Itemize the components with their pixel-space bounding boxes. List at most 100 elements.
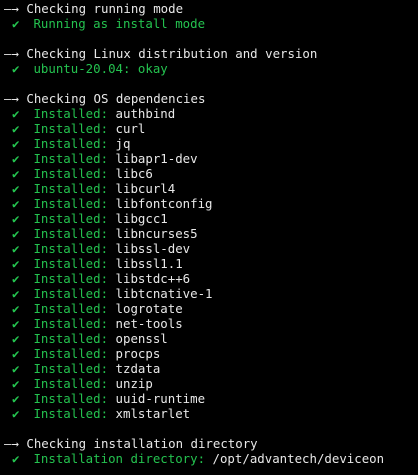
status-label: Installed:: [33, 391, 116, 406]
status-line: ✔ Installed: authbind: [0, 106, 175, 121]
status-line: ✔ Installed: libc6: [0, 166, 153, 181]
status-value: libc6: [115, 166, 153, 181]
checkmark-icon: ✔: [12, 256, 20, 271]
checkmark-icon: ✔: [12, 361, 20, 376]
status-label: ubuntu-20.04: okay: [33, 61, 168, 76]
arrow-right-icon: —→: [4, 46, 19, 61]
status-label: Installed:: [33, 346, 116, 361]
status-label: Installed:: [33, 406, 116, 421]
status-label: Installed:: [33, 361, 116, 376]
checkmark-icon: ✔: [12, 346, 20, 361]
section-heading-text: Checking running mode: [26, 1, 184, 16]
checkmark-icon: ✔: [12, 151, 20, 166]
status-value: libgcc1: [115, 211, 168, 226]
section-heading: —→ Checking OS dependencies: [4, 91, 205, 106]
checkmark-icon: ✔: [12, 451, 20, 466]
status-line: ✔ Installed: libstdc++6: [0, 271, 190, 286]
checkmark-icon: ✔: [12, 391, 20, 406]
status-value: unzip: [115, 376, 153, 391]
status-label: Installed:: [33, 136, 116, 151]
status-value: procps: [115, 346, 161, 361]
checkmark-icon: ✔: [12, 16, 20, 31]
status-line: ✔ Installed: jq: [0, 136, 130, 151]
checkmark-icon: ✔: [12, 121, 20, 136]
status-label: Installed:: [33, 316, 116, 331]
status-value: libcurl4: [115, 181, 176, 196]
status-value: authbind: [115, 106, 176, 121]
status-line: ✔ Installation directory: /opt/advantech…: [0, 451, 384, 466]
checkmark-icon: ✔: [12, 316, 20, 331]
status-value: tzdata: [115, 361, 161, 376]
arrow-right-icon: —→: [4, 1, 19, 16]
checkmark-icon: ✔: [12, 106, 20, 121]
status-line: ✔ Installed: libfontconfig: [0, 196, 213, 211]
status-value: libncurses5: [115, 226, 198, 241]
status-line: ✔ ubuntu-20.04: okay: [0, 61, 168, 76]
section-heading: —→ Checking Linux distribution and versi…: [4, 46, 317, 61]
section-heading-text: Checking installation directory: [26, 436, 258, 451]
status-label: Installed:: [33, 106, 116, 121]
status-value: libstdc++6: [115, 271, 191, 286]
status-value: libssl1.1: [115, 256, 183, 271]
status-label: Installation directory:: [33, 451, 213, 466]
checkmark-icon: ✔: [12, 166, 20, 181]
status-label: Installed:: [33, 166, 116, 181]
checkmark-icon: ✔: [12, 286, 20, 301]
status-value: uuid-runtime: [115, 391, 206, 406]
status-line: ✔ Installed: curl: [0, 121, 145, 136]
checkmark-icon: ✔: [12, 331, 20, 346]
checkmark-icon: ✔: [12, 406, 20, 421]
status-value: net-tools: [115, 316, 183, 331]
status-value: xmlstarlet: [115, 406, 191, 421]
section-heading: —→ Checking running mode: [4, 1, 183, 16]
status-label: Installed:: [33, 226, 116, 241]
status-line: ✔ Installed: libssl-dev: [0, 241, 190, 256]
checkmark-icon: ✔: [12, 271, 20, 286]
status-line: ✔ Installed: unzip: [0, 376, 153, 391]
status-label: Installed:: [33, 271, 116, 286]
arrow-right-icon: —→: [4, 91, 19, 106]
status-label: Installed:: [33, 196, 116, 211]
status-line: ✔ Installed: libapr1-dev: [0, 151, 198, 166]
status-line: ✔ Installed: xmlstarlet: [0, 406, 190, 421]
status-value: libtcnative-1: [115, 286, 213, 301]
status-line: ✔ Installed: net-tools: [0, 316, 183, 331]
status-line: ✔ Installed: libncurses5: [0, 226, 198, 241]
status-label: Installed:: [33, 241, 116, 256]
status-label: Installed:: [33, 211, 116, 226]
status-value: jq: [115, 136, 131, 151]
status-label: Installed:: [33, 376, 116, 391]
section-heading-text: Checking Linux distribution and version: [26, 46, 318, 61]
terminal-output: —→ Checking running mode ✔ Running as ins…: [0, 0, 418, 475]
status-line: ✔ Installed: libgcc1: [0, 211, 168, 226]
checkmark-icon: ✔: [12, 181, 20, 196]
checkmark-icon: ✔: [12, 226, 20, 241]
status-line: ✔ Installed: logrotate: [0, 301, 183, 316]
checkmark-icon: ✔: [12, 376, 20, 391]
status-value: logrotate: [115, 301, 183, 316]
status-value: libssl-dev: [115, 241, 191, 256]
checkmark-icon: ✔: [12, 211, 20, 226]
checkmark-icon: ✔: [12, 196, 20, 211]
status-label: Installed:: [33, 121, 116, 136]
status-value: libfontconfig: [115, 196, 213, 211]
status-label: Installed:: [33, 151, 116, 166]
checkmark-icon: ✔: [12, 136, 20, 151]
status-value: /opt/advantech/deviceon: [212, 451, 385, 466]
status-label: Installed:: [33, 286, 116, 301]
status-line: ✔ Installed: uuid-runtime: [0, 391, 205, 406]
status-value: libapr1-dev: [115, 151, 198, 166]
arrow-right-icon: —→: [4, 436, 19, 451]
status-line: ✔ Installed: libcurl4: [0, 181, 175, 196]
status-label: Installed:: [33, 181, 116, 196]
status-label: Installed:: [33, 256, 116, 271]
status-line: ✔ Running as install mode: [0, 16, 205, 31]
status-line: ✔ Installed: procps: [0, 346, 160, 361]
checkmark-icon: ✔: [12, 61, 20, 76]
status-value: openssl: [115, 331, 168, 346]
status-line: ✔ Installed: libssl1.1: [0, 256, 183, 271]
status-label: Installed:: [33, 301, 116, 316]
section-heading: —→ Checking installation directory: [4, 436, 258, 451]
status-label: Installed:: [33, 331, 116, 346]
checkmark-icon: ✔: [12, 241, 20, 256]
